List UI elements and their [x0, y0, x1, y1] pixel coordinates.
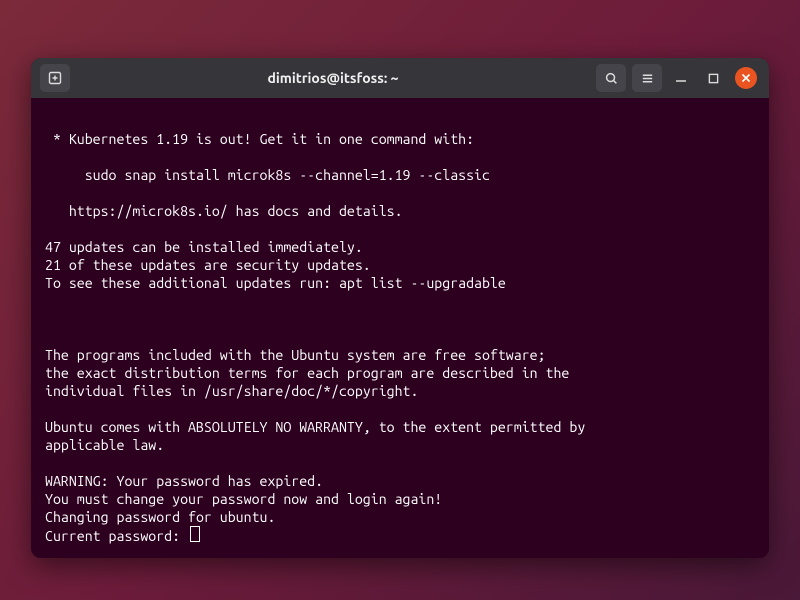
titlebar: dimitrios@itsfoss: ~	[31, 58, 769, 98]
menu-button[interactable]	[632, 64, 662, 92]
new-tab-button[interactable]	[40, 64, 70, 92]
cursor-icon	[190, 526, 200, 542]
window-title: dimitrios@itsfoss: ~	[73, 70, 593, 86]
terminal-window: dimitrios@itsfoss: ~	[31, 58, 769, 558]
terminal-text: * Kubernetes 1.19 is out! Get it in one …	[45, 131, 585, 525]
window-controls	[671, 67, 757, 89]
search-button[interactable]	[596, 64, 626, 92]
maximize-button[interactable]	[703, 68, 723, 88]
minimize-button[interactable]	[671, 68, 691, 88]
terminal-output[interactable]: * Kubernetes 1.19 is out! Get it in one …	[31, 98, 769, 558]
password-prompt: Current password:	[45, 528, 188, 544]
close-button[interactable]	[735, 67, 757, 89]
